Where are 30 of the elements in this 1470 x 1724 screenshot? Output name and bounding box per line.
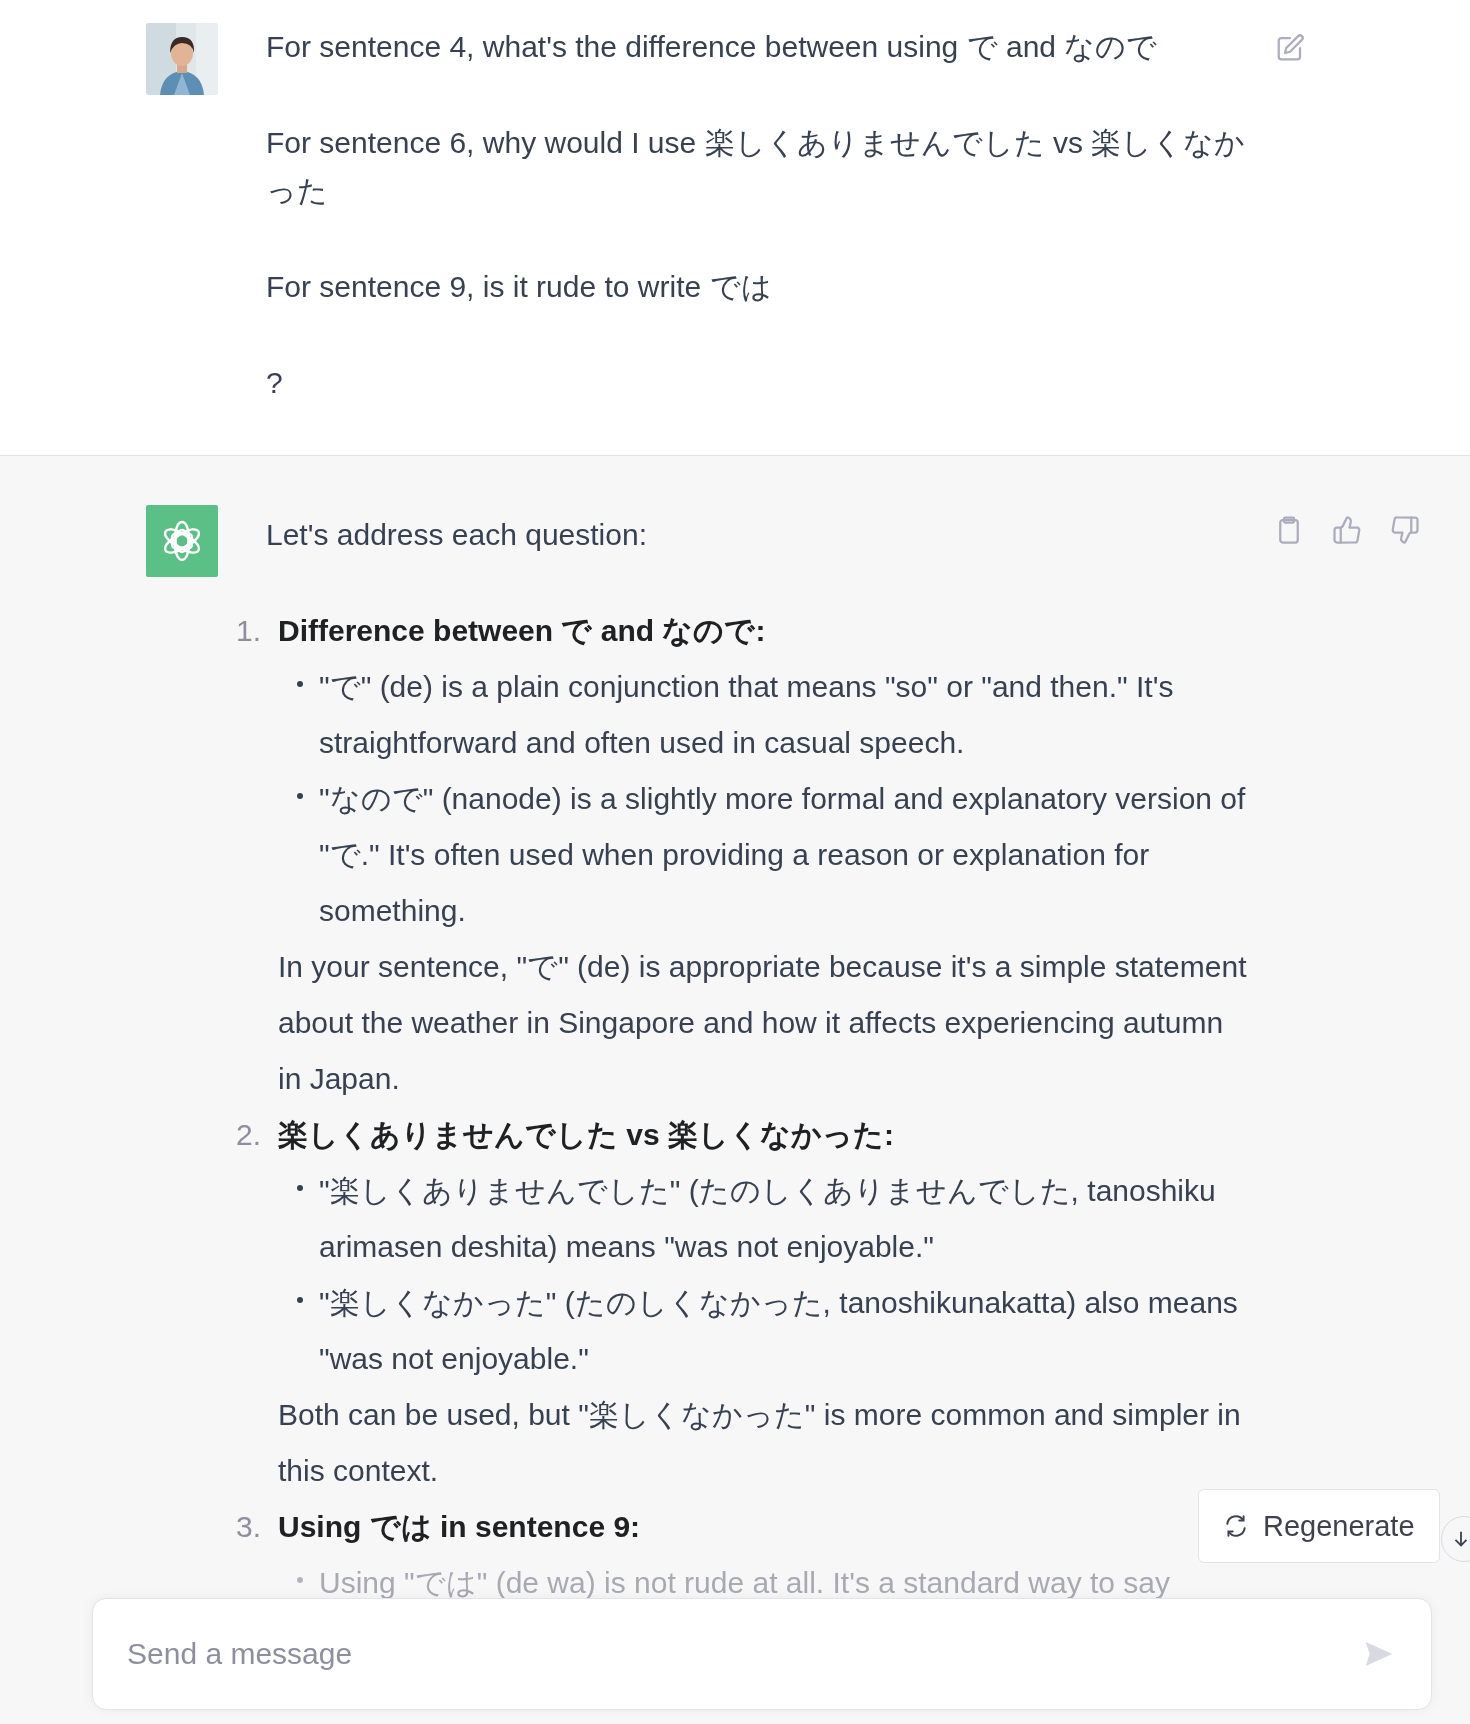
bullet-text: "楽しくなかった" (たのしくなかった, tanoshikunakatta) also means "was not enjoyable." [319, 1285, 1239, 1377]
message-text: For sentence 6, why would I use 楽しくありませんでした vs 楽しくなかった [266, 125, 1247, 209]
message-text: Let's address each question: [266, 517, 648, 553]
list-number: 2. [236, 1117, 263, 1153]
message-field[interactable]: Send a message [92, 1598, 1432, 1710]
message-input[interactable]: Send a message [125, 1636, 1363, 1672]
bullet-icon [297, 1577, 303, 1583]
edit-icon[interactable] [1275, 33, 1305, 63]
bullet-icon [297, 1185, 303, 1191]
bullet-icon [297, 681, 303, 687]
list-number: 1. [236, 613, 263, 649]
message-text: For sentence 9, is it rude to write では [266, 269, 773, 305]
message-text: For sentence 4, what's the difference between using で and なので [266, 29, 1159, 65]
list-heading: 楽しくありませんでした vs 楽しくなかった: [278, 1117, 895, 1153]
bullet-icon [297, 793, 303, 799]
list-heading: Using では in sentence 9: [278, 1509, 641, 1545]
bullet-text: "なので" (nanode) is a slightly more formal and explanatory version of "で." It's often used when providing a reason or explanation for something. [319, 781, 1247, 929]
bullet-icon [297, 1297, 303, 1303]
thumbs-up-icon[interactable] [1332, 515, 1362, 545]
message-text: ? [266, 365, 284, 401]
paragraph-text: In your sentence, "で" (de) is appropriate because it's a simple statement about the weather in Singapore and how it affects experiencing autumn in Japan. [278, 949, 1248, 1097]
bullet-text: "で" (de) is a plain conjunction that means "so" or "and then." It's straightforward and often used in casual speech. [319, 669, 1175, 761]
list-number: 3. [236, 1509, 263, 1545]
paragraph-text: Both can be used, but "楽しくなかった" is more common and simpler in this context. [278, 1397, 1242, 1489]
list-heading: Difference between で and なので: [278, 613, 766, 649]
bullet-text: "楽しくありませんでした" (たのしくありませんでした, tanoshiku arimasen deshita) means "was not enjoyable." [319, 1173, 1217, 1265]
refresh-icon [1223, 1513, 1249, 1539]
regenerate-button[interactable]: Regenerate [1198, 1489, 1440, 1563]
thumbs-down-icon[interactable] [1390, 515, 1420, 545]
knot-logo-icon [146, 505, 218, 577]
